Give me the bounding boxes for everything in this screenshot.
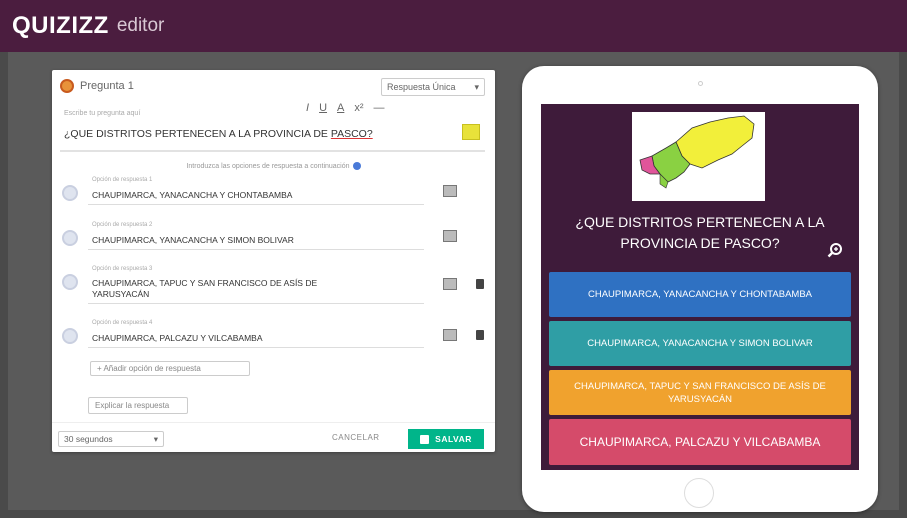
- map-image: [632, 112, 765, 201]
- delete-option-icon[interactable]: [476, 330, 484, 340]
- answer-option-input[interactable]: Opción de respuesta 3 CHAUPIMARCA, TAPUC…: [88, 266, 424, 304]
- preview-answer-3[interactable]: CHAUPIMARCA, TAPUC Y SAN FRANCISCO DE AS…: [549, 370, 851, 415]
- question-hint: Escribe tu pregunta aquí: [64, 110, 141, 117]
- timer-select[interactable]: 30 segundos ▾: [58, 431, 164, 447]
- underline-button[interactable]: U: [319, 102, 327, 114]
- save-button[interactable]: SALVAR: [408, 429, 484, 449]
- correct-answer-check-icon[interactable]: [62, 185, 78, 201]
- preview-screen: ¿QUE DISTRITOS PERTENECEN A LA PROVINCIA…: [541, 104, 859, 470]
- correct-answer-check-icon[interactable]: [62, 274, 78, 290]
- question-text-main: ¿QUE DISTRITOS PERTENECEN A LA PROVINCIA…: [64, 128, 331, 140]
- preview-answer-2[interactable]: CHAUPIMARCA, YANACANCHA Y SIMON BOLIVAR: [549, 321, 851, 366]
- question-input[interactable]: Escribe tu pregunta aquí I U A x² — ¿QUE…: [60, 102, 485, 152]
- answer-option: Opción de respuesta 2 CHAUPIMARCA, YANAC…: [62, 222, 487, 250]
- correct-answer-check-icon[interactable]: [62, 230, 78, 246]
- chevron-down-icon: ▾: [153, 433, 158, 444]
- superscript-button[interactable]: x²: [354, 102, 363, 114]
- option-text: CHAUPIMARCA, YANACANCHA Y CHONTABAMBA: [92, 190, 293, 200]
- question-text-underlined: PASCO?: [330, 128, 373, 140]
- more-format-button[interactable]: —: [374, 102, 385, 114]
- chevron-down-icon: ▾: [474, 81, 479, 92]
- question-editor: Pregunta 1 Respuesta Única ▾ Escribe tu …: [52, 70, 495, 452]
- option-hint: Opción de respuesta 1: [92, 177, 153, 183]
- answer-option-input[interactable]: Opción de respuesta 2 CHAUPIMARCA, YANAC…: [88, 222, 424, 250]
- question-image[interactable]: [632, 112, 765, 201]
- question-number: Pregunta 1: [80, 80, 134, 92]
- info-icon[interactable]: [352, 162, 361, 170]
- text-color-button[interactable]: A: [337, 102, 344, 114]
- add-option-image-icon[interactable]: [443, 185, 457, 197]
- home-button: [684, 478, 714, 508]
- format-toolbar: I U A x² —: [306, 102, 385, 114]
- timer-value: 30 segundos: [64, 434, 113, 444]
- preview-answer-1[interactable]: CHAUPIMARCA, YANACANCHA Y CHONTABAMBA: [549, 272, 851, 317]
- save-disk-icon: [420, 434, 430, 444]
- add-option-image-icon[interactable]: [443, 230, 457, 242]
- delete-option-icon[interactable]: [476, 279, 484, 289]
- add-option-image-icon[interactable]: [443, 278, 457, 290]
- answer-option: Opción de respuesta 4 CHAUPIMARCA, PALCA…: [62, 320, 487, 348]
- preview-answer-4[interactable]: CHAUPIMARCA, PALCAZU Y VILCABAMBA: [549, 419, 851, 465]
- option-hint: Opción de respuesta 4: [92, 320, 153, 326]
- add-option-image-icon[interactable]: [443, 329, 457, 341]
- cancel-button[interactable]: CANCELAR: [332, 433, 380, 442]
- question-text: ¿QUE DISTRITOS PERTENECEN A LA PROVINCIA…: [64, 128, 373, 140]
- options-hint: Introduzca las opciones de respuesta a c…: [52, 162, 495, 170]
- answer-option-input[interactable]: Opción de respuesta 1 CHAUPIMARCA, YANAC…: [88, 177, 424, 205]
- editor-footer: 30 segundos ▾ CANCELAR SALVAR: [52, 422, 495, 452]
- camera-icon: [698, 81, 703, 86]
- quizizz-logo[interactable]: QUIZIZZ: [12, 12, 109, 40]
- editor-label: editor: [116, 15, 165, 36]
- add-question-image-icon[interactable]: [462, 124, 480, 140]
- question-badge-icon: [60, 79, 74, 93]
- options-hint-text: Introduzca las opciones de respuesta a c…: [186, 162, 350, 170]
- option-text: CHAUPIMARCA, TAPUC Y SAN FRANCISCO DE AS…: [92, 278, 318, 299]
- option-text: CHAUPIMARCA, PALCAZU Y VILCABAMBA: [92, 333, 263, 343]
- answer-type-value: Respuesta Única: [387, 82, 456, 92]
- option-hint: Opción de respuesta 2: [92, 222, 153, 228]
- tablet-preview: ¿QUE DISTRITOS PERTENECEN A LA PROVINCIA…: [522, 66, 878, 512]
- zoom-icon[interactable]: [827, 242, 843, 258]
- add-option-button[interactable]: + Añadir opción de respuesta: [90, 361, 250, 376]
- preview-question-text: ¿QUE DISTRITOS PERTENECEN A LA PROVINCIA…: [575, 214, 825, 251]
- answer-type-select[interactable]: Respuesta Única ▾: [381, 78, 485, 96]
- italic-button[interactable]: I: [306, 102, 309, 114]
- save-label: SALVAR: [435, 434, 472, 444]
- correct-answer-check-icon[interactable]: [62, 328, 78, 344]
- explain-answer-button[interactable]: Explicar la respuesta: [88, 397, 188, 414]
- answer-option-input[interactable]: Opción de respuesta 4 CHAUPIMARCA, PALCA…: [88, 320, 424, 348]
- option-text: CHAUPIMARCA, YANACANCHA Y SIMON BOLIVAR: [92, 235, 294, 245]
- option-hint: Opción de respuesta 3: [92, 266, 153, 272]
- explain-answer-label: Explicar la respuesta: [95, 401, 170, 410]
- top-bar: QUIZIZZ editor: [0, 0, 907, 52]
- answer-option: Opción de respuesta 3 CHAUPIMARCA, TAPUC…: [62, 266, 487, 304]
- answer-option: Opción de respuesta 1 CHAUPIMARCA, YANAC…: [62, 177, 487, 205]
